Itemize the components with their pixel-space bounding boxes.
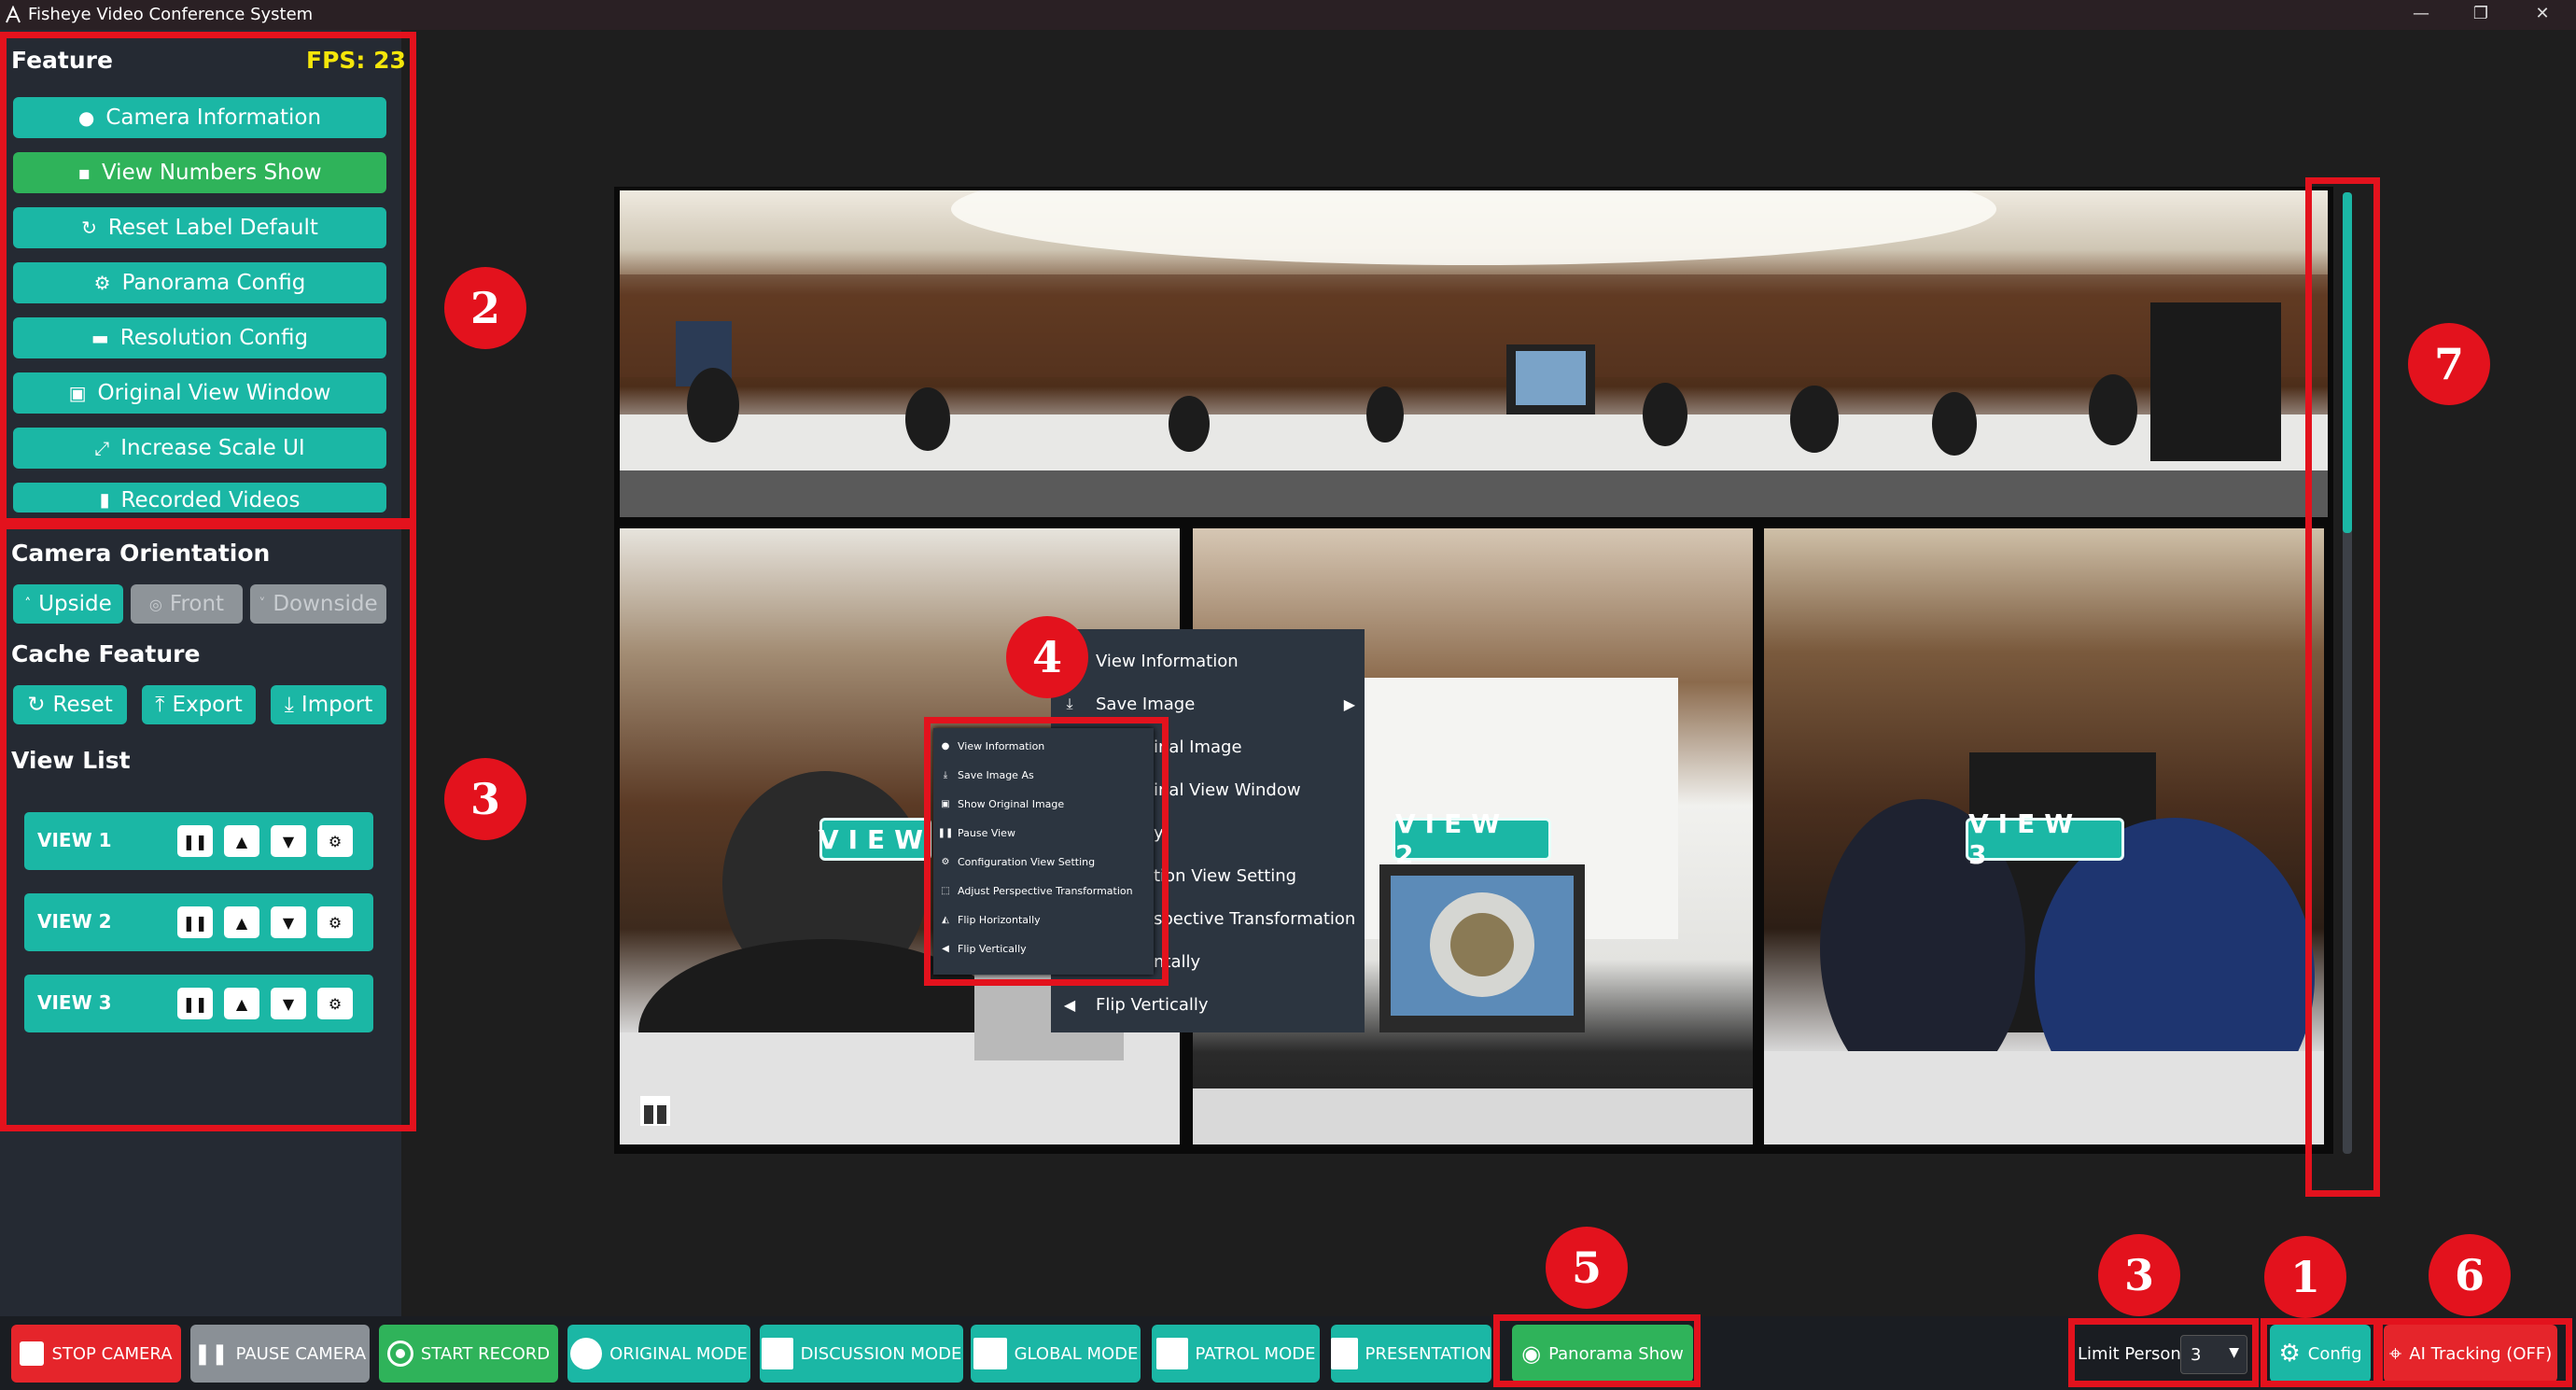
annotation-marker-5: 5 [1546,1227,1628,1309]
app-title: Fisheye Video Conference System [28,5,314,24]
download-icon: ⤓ [1066,695,1073,712]
stop-icon [20,1341,45,1366]
annotation-box-1 [2261,1318,2380,1387]
annotation-marker-3b: 3 [2098,1234,2180,1316]
view-3-badge: VIEW 3 [1966,808,2124,870]
button-label: PAUSE CAMERA [235,1343,367,1364]
title-bar [0,0,2576,30]
flip-icon: ◀ [1063,995,1076,1014]
maximize-button[interactable]: ❐ [2453,0,2509,30]
annotation-marker-7: 7 [2408,323,2490,405]
minimize-button[interactable]: — [2393,0,2449,30]
view-1-badge: VIEW [819,818,931,861]
start-record-button[interactable]: START RECORD [379,1325,558,1383]
menu-item-label: Save Image [1096,694,1196,714]
close-button[interactable]: ✕ [2514,0,2570,30]
stop-camera-button[interactable]: STOP CAMERA [11,1325,181,1383]
layout-icon [973,1338,1007,1369]
original-mode-button[interactable]: ORIGINAL MODE [567,1325,750,1383]
pause-camera-button[interactable]: ❚❚ PAUSE CAMERA [190,1325,370,1383]
annotation-box-3b [2068,1318,2259,1387]
annotation-box-4 [924,717,1169,986]
annotation-marker-2: 2 [444,267,526,349]
menu-item-flip-vertically[interactable]: ◀ Flip Vertically [1051,986,1365,1023]
button-label: ORIGINAL MODE [609,1343,748,1364]
view-2-badge: VIEW 2 [1393,808,1551,870]
button-label: DISCUSSION MODE [800,1343,962,1364]
presentation-button[interactable]: PRESENTATION [1331,1325,1491,1383]
button-label: PRESENTATION [1365,1343,1491,1364]
patrol-icon [1155,1338,1188,1369]
annotation-box-5 [1493,1314,1701,1387]
layout-icon[interactable] [638,1094,672,1128]
menu-item-label: inal View Window [1154,779,1301,800]
menu-item-label: spective Transformation [1154,908,1356,929]
panorama-view[interactable] [620,190,2328,517]
submenu-arrow-icon: ▶ [1343,695,1355,713]
annotation-box-7 [2305,177,2380,1197]
pause-icon: ❚❚ [193,1341,229,1366]
annotation-marker-3: 3 [444,758,526,840]
menu-item-label: View Information [1096,651,1239,671]
annotation-box-6 [2376,1318,2572,1387]
discussion-mode-button[interactable]: DISCUSSION MODE [760,1325,963,1383]
button-label: GLOBAL MODE [1014,1343,1139,1364]
menu-item-label: Flip Vertically [1096,994,1209,1015]
annotation-marker-6: 6 [2429,1234,2511,1316]
circle-icon [570,1338,603,1369]
annotation-box-2 [0,32,416,525]
global-mode-button[interactable]: GLOBAL MODE [971,1325,1141,1383]
menu-item-label: tion View Setting [1154,865,1297,886]
annotation-marker-1: 1 [2264,1236,2346,1318]
button-label: START RECORD [420,1343,551,1364]
grid-icon [761,1338,793,1369]
record-icon [386,1341,413,1367]
presentation-icon [1331,1338,1358,1369]
app-logo-icon [4,6,22,24]
button-label: PATROL MODE [1195,1343,1316,1364]
patrol-mode-button[interactable]: PATROL MODE [1152,1325,1320,1383]
annotation-box-3 [0,523,416,1131]
menu-item-view-information[interactable]: View Information [1051,642,1365,680]
annotation-marker-4: 4 [1006,616,1088,698]
button-label: STOP CAMERA [51,1343,173,1364]
